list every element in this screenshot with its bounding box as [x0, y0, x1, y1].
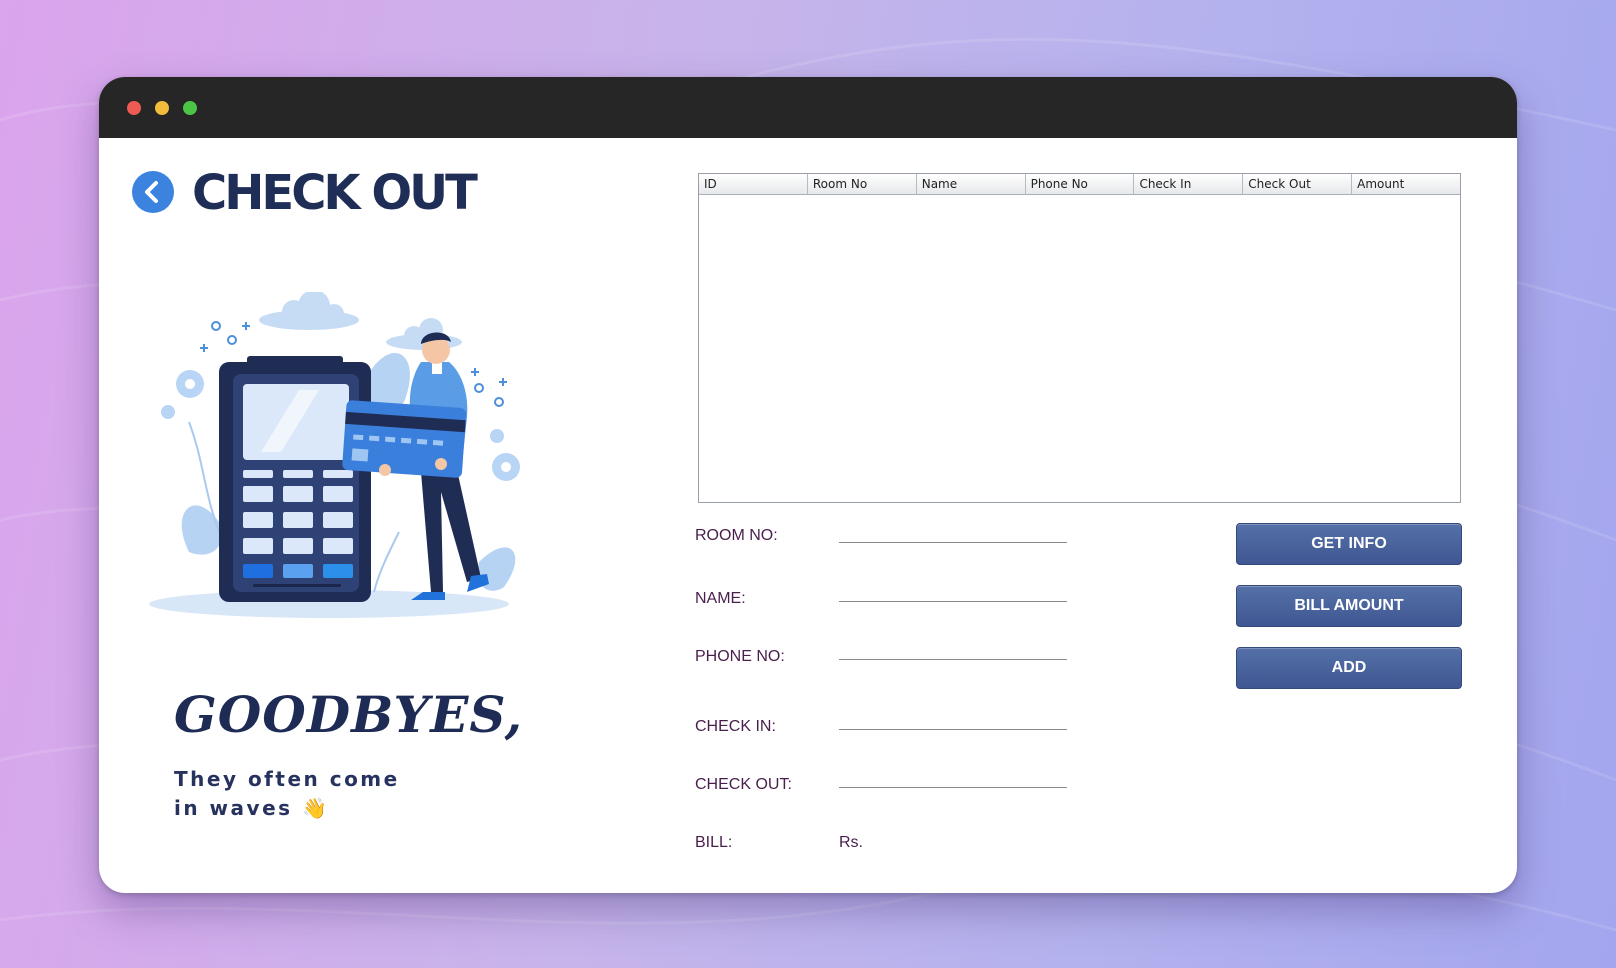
app-window: CHECK OUT GOODBYES, They often come in w… — [99, 77, 1517, 893]
phone-no-label: PHONE NO: — [695, 648, 785, 665]
waving-hand-icon: 👋 — [302, 796, 330, 820]
column-header-phone-no[interactable]: Phone No — [1026, 174, 1135, 194]
add-button[interactable]: ADD — [1236, 647, 1462, 689]
check-out-label: CHECK OUT: — [695, 776, 792, 793]
maximize-window-button[interactable] — [183, 101, 197, 115]
column-header-name[interactable]: Name — [917, 174, 1026, 194]
close-window-button[interactable] — [127, 101, 141, 115]
room-no-field[interactable] — [839, 517, 1067, 543]
page-title: CHECK OUT — [192, 165, 478, 221]
column-header-room-no[interactable]: Room No — [808, 174, 917, 194]
room-no-label: ROOM NO: — [695, 527, 778, 544]
column-header-amount[interactable]: Amount — [1352, 174, 1460, 194]
check-in-label: CHECK IN: — [695, 718, 776, 735]
goodbye-headline: GOODBYES, — [174, 685, 524, 744]
bill-amount-button[interactable]: BILL AMOUNT — [1236, 585, 1462, 627]
column-header-id[interactable]: ID — [699, 174, 808, 194]
column-header-check-out[interactable]: Check Out — [1243, 174, 1353, 194]
column-header-check-in[interactable]: Check In — [1134, 174, 1244, 194]
name-label: NAME: — [695, 590, 746, 607]
bill-label: BILL: — [695, 834, 733, 851]
check-in-field[interactable] — [839, 704, 1067, 730]
bill-amount-value: Rs. — [839, 834, 863, 851]
tagline-text: They often come in waves — [174, 767, 400, 820]
minimize-window-button[interactable] — [155, 101, 169, 115]
phone-no-field[interactable] — [839, 634, 1067, 660]
name-field[interactable] — [839, 576, 1067, 602]
table-header: ID Room No Name Phone No Check In Check … — [699, 174, 1460, 195]
back-button[interactable] — [132, 171, 174, 213]
checkout-table[interactable]: ID Room No Name Phone No Check In Check … — [698, 173, 1461, 503]
tagline: They often come in waves 👋 — [174, 765, 434, 823]
get-info-button[interactable]: GET INFO — [1236, 523, 1462, 565]
check-out-field[interactable] — [839, 762, 1067, 788]
chevron-left-icon — [145, 181, 158, 203]
title-bar — [99, 77, 1517, 138]
payment-terminal-illustration — [149, 292, 520, 618]
